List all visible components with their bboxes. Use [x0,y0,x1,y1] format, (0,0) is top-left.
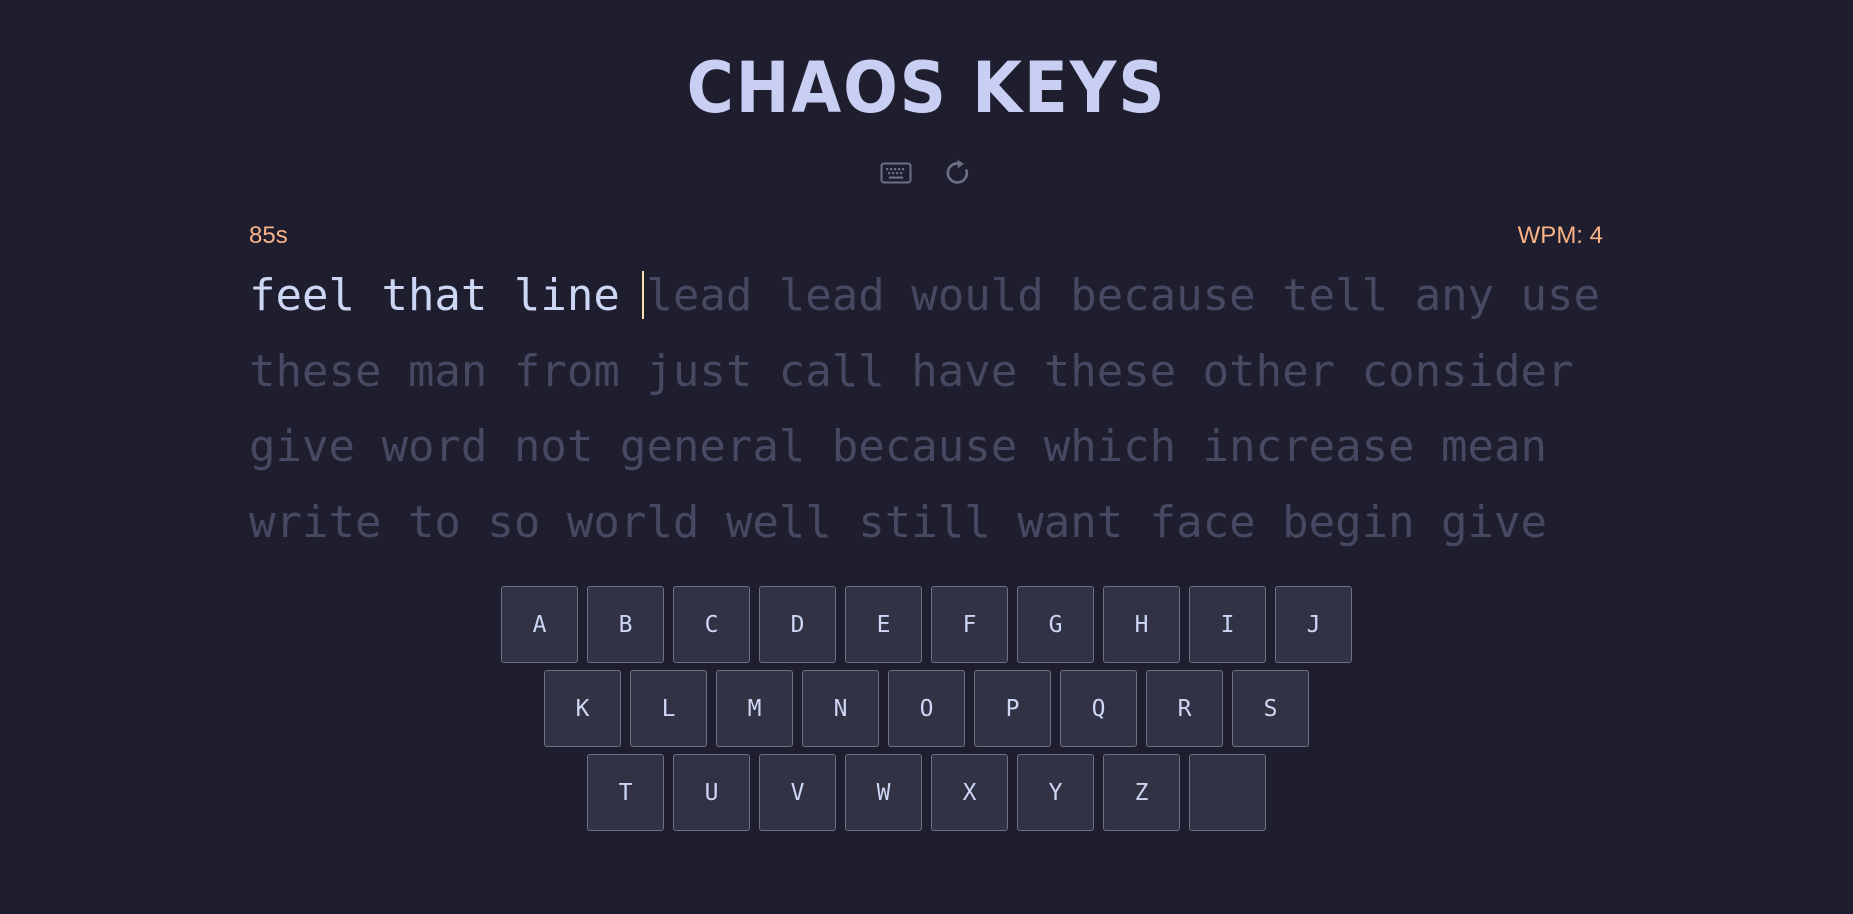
restart-icon [946,159,968,184]
key-i[interactable]: I [1189,586,1266,663]
key-o[interactable]: O [888,670,965,747]
app-title: CHAOS KEYS [686,47,1167,129]
key-w[interactable]: W [845,754,922,831]
key-a[interactable]: A [501,586,578,663]
key-n[interactable]: N [802,670,879,747]
key-z[interactable]: Z [1103,754,1180,831]
key-space[interactable] [1189,754,1266,831]
key-d[interactable]: D [759,586,836,663]
key-b[interactable]: B [587,586,664,663]
timer: 85s [249,222,288,249]
keyboard-row-3: T U V W X Y Z [587,754,1266,831]
keyboard-toggle-button[interactable] [879,156,913,190]
text-caret [642,271,645,319]
key-c[interactable]: C [673,586,750,663]
key-v[interactable]: V [759,754,836,831]
key-l[interactable]: L [630,670,707,747]
keyboard-icon [880,162,911,184]
stats-bar: 85s WPM: 4 [249,222,1603,250]
key-g[interactable]: G [1017,586,1094,663]
toolbar [0,156,1853,190]
key-u[interactable]: U [673,754,750,831]
typed-text: feel that line [249,270,647,321]
key-y[interactable]: Y [1017,754,1094,831]
key-e[interactable]: E [845,586,922,663]
key-s[interactable]: S [1232,670,1309,747]
key-k[interactable]: K [544,670,621,747]
key-t[interactable]: T [587,754,664,831]
keyboard-row-1: A B C D E F G H I J [501,586,1352,663]
key-j[interactable]: J [1275,586,1352,663]
typing-area[interactable]: feel that line lead lead would because t… [249,258,1629,560]
keyboard-row-2: K L M N O P Q R S [544,670,1309,747]
key-x[interactable]: X [931,754,1008,831]
key-r[interactable]: R [1146,670,1223,747]
wpm-counter: WPM: 4 [1517,222,1603,249]
key-p[interactable]: P [974,670,1051,747]
key-m[interactable]: M [716,670,793,747]
on-screen-keyboard: A B C D E F G H I J K L M N O P Q R S T … [0,586,1853,831]
key-q[interactable]: Q [1060,670,1137,747]
key-h[interactable]: H [1103,586,1180,663]
restart-button[interactable] [941,156,975,190]
key-f[interactable]: F [931,586,1008,663]
